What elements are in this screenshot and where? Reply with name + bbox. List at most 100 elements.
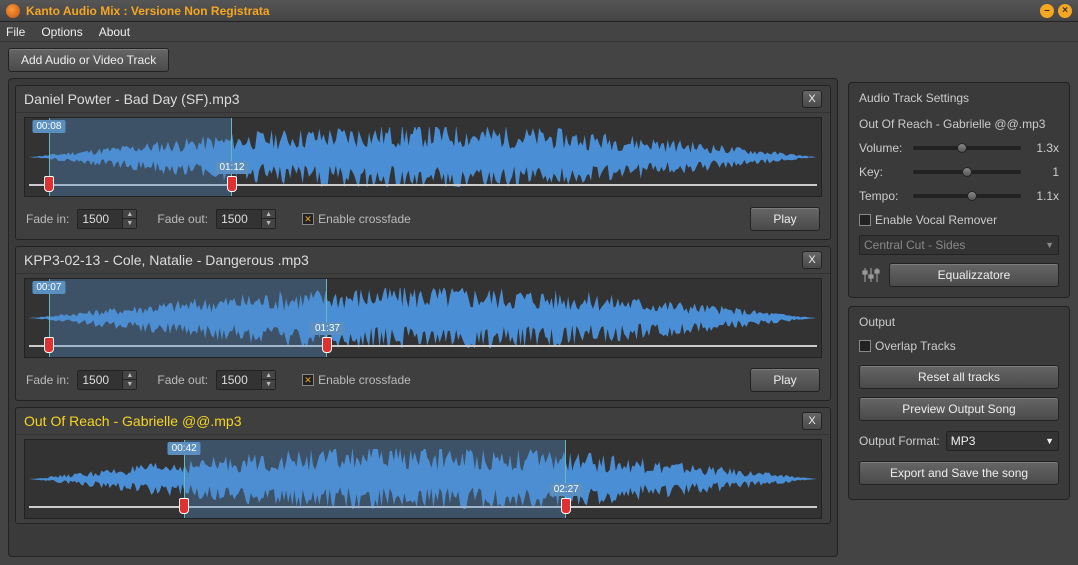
key-slider[interactable] xyxy=(913,170,1021,174)
fade-out-input[interactable]: ▲▼ xyxy=(216,209,276,229)
crossfade-label: Enable crossfade xyxy=(318,212,411,226)
crossfade-label: Enable crossfade xyxy=(318,373,411,387)
waveform[interactable]: 00:07 01:37 xyxy=(24,278,822,358)
selection-start-handle[interactable] xyxy=(179,498,189,514)
fade-in-value[interactable] xyxy=(78,373,122,387)
export-button[interactable]: Export and Save the song xyxy=(859,461,1059,485)
fade-out-value[interactable] xyxy=(217,373,261,387)
selection-region[interactable] xyxy=(184,440,566,518)
settings-track-name: Out Of Reach - Gabrielle @@.mp3 xyxy=(859,117,1059,131)
track[interactable]: KPP3-02-13 - Cole, Natalie - Dangerous .… xyxy=(15,246,831,401)
track-title: Out Of Reach - Gabrielle @@.mp3 xyxy=(24,413,802,429)
fade-in-value[interactable] xyxy=(78,212,122,226)
volume-label: Volume: xyxy=(859,141,905,155)
menu-about[interactable]: About xyxy=(99,25,130,39)
spin-up-icon[interactable]: ▲ xyxy=(262,371,275,380)
vocal-mode-value: Central Cut - Sides xyxy=(864,238,965,252)
add-track-button[interactable]: Add Audio or Video Track xyxy=(8,48,169,72)
spin-down-icon[interactable]: ▼ xyxy=(262,380,275,389)
tracks-area[interactable]: Daniel Powter - Bad Day (SF).mp3 X 00:08… xyxy=(8,78,838,557)
waveform[interactable]: 00:08 01:12 xyxy=(24,117,822,197)
track-close-button[interactable]: X xyxy=(802,251,822,269)
selection-end-handle[interactable] xyxy=(322,337,332,353)
format-label: Output Format: xyxy=(859,434,940,448)
output-legend: Output xyxy=(859,315,895,329)
settings-legend: Audio Track Settings xyxy=(859,91,969,105)
volume-slider[interactable] xyxy=(913,146,1021,150)
audio-settings-panel: Audio Track Settings Out Of Reach - Gabr… xyxy=(848,82,1070,298)
end-time-badge: 01:12 xyxy=(215,161,248,174)
end-time-badge: 01:37 xyxy=(311,322,344,335)
output-panel: Output Overlap Tracks Reset all tracks P… xyxy=(848,306,1070,500)
spin-down-icon[interactable]: ▼ xyxy=(123,219,136,228)
fade-out-value[interactable] xyxy=(217,212,261,226)
side-panels: Audio Track Settings Out Of Reach - Gabr… xyxy=(848,78,1070,557)
menubar: File Options About xyxy=(0,22,1078,42)
selection-start-handle[interactable] xyxy=(44,337,54,353)
crossfade-checkbox[interactable]: ✕ Enable crossfade xyxy=(302,212,411,226)
track-title: Daniel Powter - Bad Day (SF).mp3 xyxy=(24,91,802,107)
vocal-mode-select: Central Cut - Sides ▼ xyxy=(859,235,1059,255)
menu-file[interactable]: File xyxy=(6,25,25,39)
overlap-label: Overlap Tracks xyxy=(875,339,956,353)
preview-button[interactable]: Preview Output Song xyxy=(859,397,1059,421)
tempo-slider[interactable] xyxy=(913,194,1021,198)
reset-tracks-button[interactable]: Reset all tracks xyxy=(859,365,1059,389)
fade-out-label: Fade out: xyxy=(157,212,208,226)
selection-end-handle[interactable] xyxy=(561,498,571,514)
fade-in-input[interactable]: ▲▼ xyxy=(77,370,137,390)
overlap-checkbox[interactable]: Overlap Tracks xyxy=(859,339,1059,353)
track-close-button[interactable]: X xyxy=(802,90,822,108)
track-title: KPP3-02-13 - Cole, Natalie - Dangerous .… xyxy=(24,252,802,268)
checkbox-box xyxy=(859,340,871,352)
key-label: Key: xyxy=(859,165,905,179)
spin-up-icon[interactable]: ▲ xyxy=(123,210,136,219)
window-title: Kanto Audio Mix : Versione Non Registrat… xyxy=(26,4,270,18)
close-icon[interactable]: × xyxy=(1058,4,1072,18)
start-time-badge: 00:08 xyxy=(32,120,65,133)
track-header: Daniel Powter - Bad Day (SF).mp3 X xyxy=(16,86,830,113)
fade-in-label: Fade in: xyxy=(26,373,69,387)
key-value: 1 xyxy=(1029,165,1059,179)
fade-in-label: Fade in: xyxy=(26,212,69,226)
play-button[interactable]: Play xyxy=(750,207,820,231)
vocal-remover-label: Enable Vocal Remover xyxy=(875,213,997,227)
spin-down-icon[interactable]: ▼ xyxy=(262,219,275,228)
menu-options[interactable]: Options xyxy=(41,25,82,39)
minimize-icon[interactable]: – xyxy=(1040,4,1054,18)
crossfade-checkbox[interactable]: ✕ Enable crossfade xyxy=(302,373,411,387)
track-controls: Fade in: ▲▼ Fade out: ▲▼ ✕Enable crossfa… xyxy=(16,201,830,239)
chevron-down-icon: ▼ xyxy=(1045,436,1054,446)
vocal-remover-checkbox[interactable]: Enable Vocal Remover xyxy=(859,213,1059,227)
equalizer-button[interactable]: Equalizzatore xyxy=(889,263,1059,287)
chevron-down-icon: ▼ xyxy=(1045,240,1054,250)
titlebar: Kanto Audio Mix : Versione Non Registrat… xyxy=(0,0,1078,22)
format-value: MP3 xyxy=(951,434,976,448)
volume-value: 1.3x xyxy=(1029,141,1059,155)
format-select[interactable]: MP3 ▼ xyxy=(946,431,1059,451)
start-time-badge: 00:07 xyxy=(32,281,65,294)
toolbar: Add Audio or Video Track xyxy=(0,42,1078,78)
fade-in-input[interactable]: ▲▼ xyxy=(77,209,137,229)
track[interactable]: Daniel Powter - Bad Day (SF).mp3 X 00:08… xyxy=(15,85,831,240)
end-time-badge: 02:27 xyxy=(550,483,583,496)
checkbox-box: ✕ xyxy=(302,374,314,386)
selection-region[interactable] xyxy=(49,279,328,357)
waveform[interactable]: 00:42 02:27 xyxy=(24,439,822,519)
equalizer-icon xyxy=(859,263,883,287)
fade-out-input[interactable]: ▲▼ xyxy=(216,370,276,390)
checkbox-box xyxy=(859,214,871,226)
selection-end-handle[interactable] xyxy=(227,176,237,192)
selection-region[interactable] xyxy=(49,118,232,196)
track-controls: Fade in: ▲▼ Fade out: ▲▼ ✕Enable crossfa… xyxy=(16,362,830,400)
track-close-button[interactable]: X xyxy=(802,412,822,430)
selection-start-handle[interactable] xyxy=(44,176,54,192)
spin-up-icon[interactable]: ▲ xyxy=(262,210,275,219)
tempo-value: 1.1x xyxy=(1029,189,1059,203)
play-button[interactable]: Play xyxy=(750,368,820,392)
tempo-label: Tempo: xyxy=(859,189,905,203)
spin-down-icon[interactable]: ▼ xyxy=(123,380,136,389)
spin-up-icon[interactable]: ▲ xyxy=(123,371,136,380)
track[interactable]: Out Of Reach - Gabrielle @@.mp3 X 00:42 … xyxy=(15,407,831,524)
checkbox-box: ✕ xyxy=(302,213,314,225)
